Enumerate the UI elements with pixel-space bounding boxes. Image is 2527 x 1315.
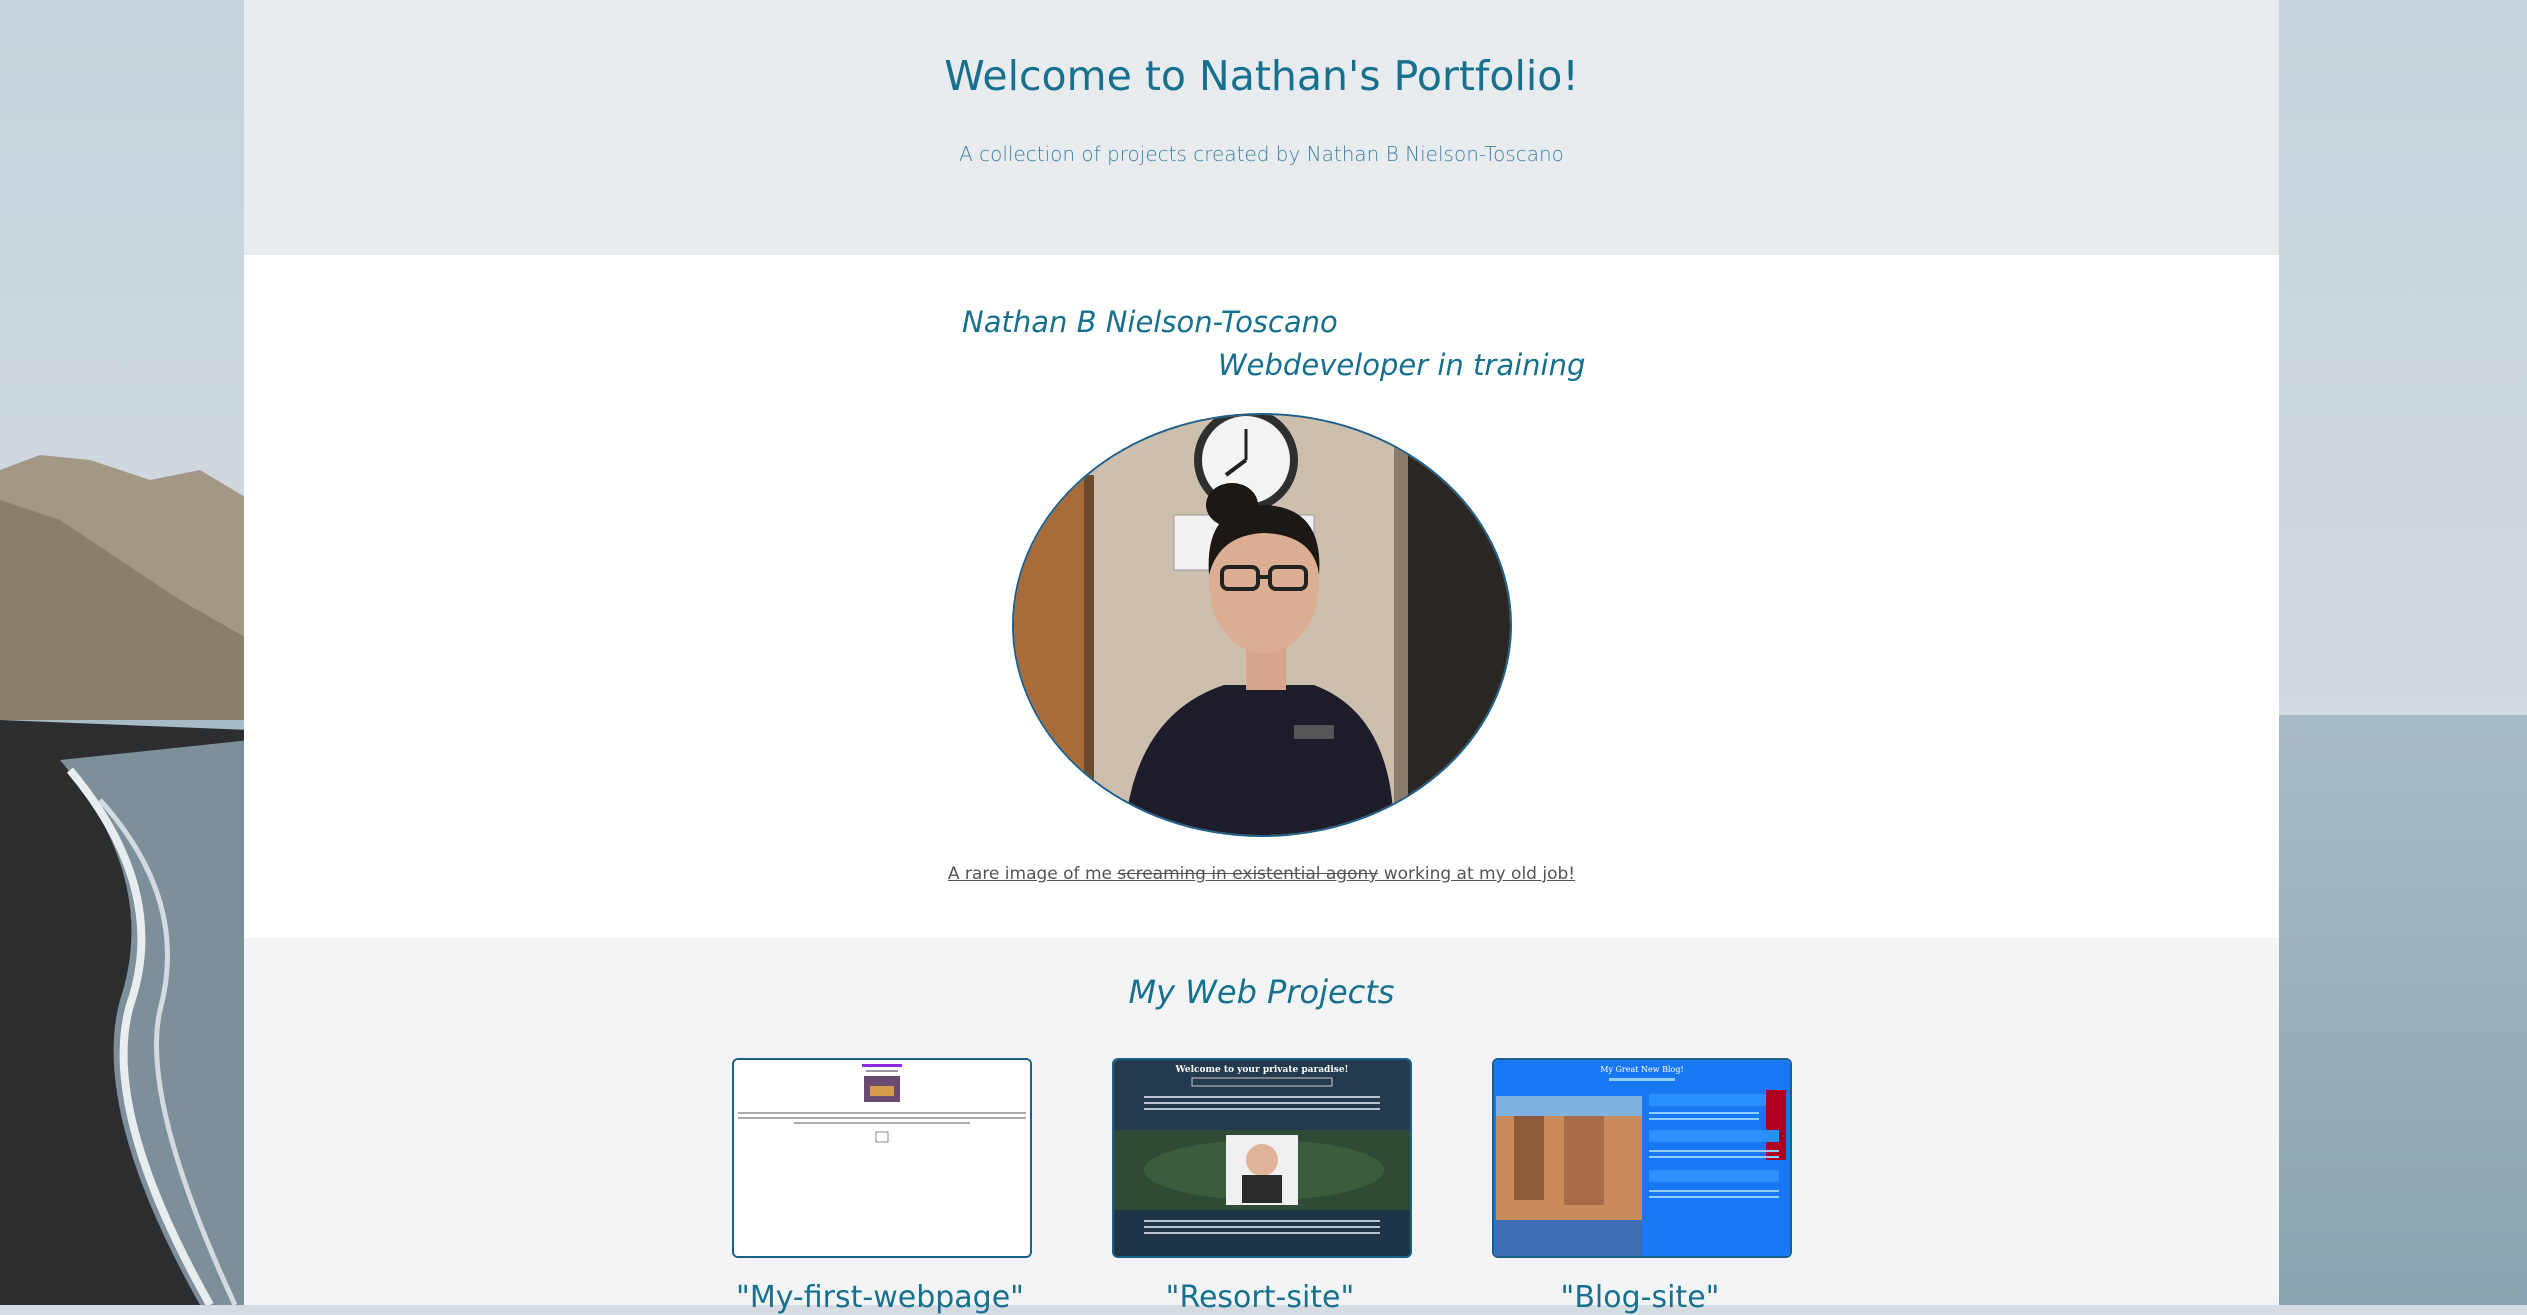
project-title-resort-site[interactable]: "Resort-site" [1060, 1280, 1460, 1315]
project-title-first-webpage[interactable]: "My-first-webpage" [680, 1280, 1080, 1315]
project-card-blog-site[interactable]: My Great New Blog! [1492, 1058, 1792, 1258]
page-title: Welcome to Nathan's Portfolio! [944, 52, 1579, 100]
page-header: Welcome to Nathan's Portfolio! A collect… [244, 0, 2279, 255]
caption-text-start: A rare image of me [947, 864, 1118, 884]
project-card-resort-site[interactable]: Welcome to your private paradise! [1112, 1058, 1412, 1258]
author-name: Nathan B Nielson-Toscano [962, 305, 1338, 339]
photo-caption: A rare image of me screaming in existent… [244, 864, 2279, 884]
projects-heading: My Web Projects [1128, 973, 1395, 1011]
resort-thumb-heading: Welcome to your private paradise! [1174, 1065, 1348, 1075]
project-thumbnail [734, 1060, 1030, 1256]
caption-strikethrough: screaming in existential agony [1117, 864, 1379, 884]
project-title-blog-site[interactable]: "Blog-site" [1440, 1280, 1840, 1315]
main-column: Welcome to Nathan's Portfolio! A collect… [244, 0, 2279, 1315]
author-role: Webdeveloper in training [1218, 348, 1586, 382]
blog-thumb-heading: My Great New Blog! [1600, 1065, 1683, 1074]
profile-photo [1012, 413, 1512, 837]
project-card-first-webpage[interactable] [732, 1058, 1032, 1258]
project-thumbnail: Welcome to your private paradise! [1114, 1060, 1410, 1256]
caption-text-end: working at my old job! [1378, 864, 1576, 884]
project-thumbnail: My Great New Blog! [1494, 1060, 1790, 1256]
page-subtitle: A collection of projects created by Nath… [959, 142, 1564, 166]
projects-section: My Web Projects Welcome to your private … [244, 938, 2279, 1315]
about-section: Nathan B Nielson-Toscano Webdeveloper in… [244, 255, 2279, 938]
